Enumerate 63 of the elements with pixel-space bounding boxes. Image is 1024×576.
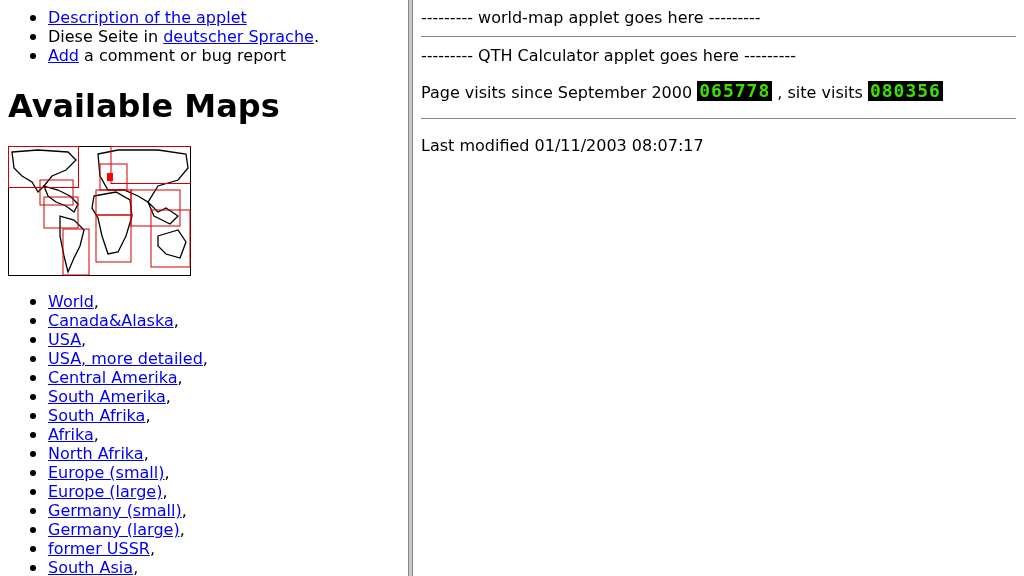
- applet-placeholder-text: --------- QTH Calculator applet goes here ---------: [421, 46, 797, 65]
- map-link[interactable]: South Asia: [48, 558, 134, 576]
- bullet-icon: [30, 546, 36, 552]
- world-map-drawing[interactable]: [8, 146, 191, 276]
- bullet-icon: [30, 508, 36, 514]
- text: ,: [177, 368, 183, 387]
- last-modified-text: Last modified 01/11/2003 08:07:17: [421, 136, 705, 155]
- text: ,: [81, 330, 87, 349]
- map-link[interactable]: South Amerika: [48, 387, 166, 406]
- site-visit-counter: 080356: [867, 81, 943, 101]
- text: ,: [202, 349, 208, 368]
- text: ,: [145, 406, 151, 425]
- bullet-icon: [30, 356, 36, 362]
- map-link[interactable]: Central Amerika: [48, 368, 178, 387]
- map-link[interactable]: World: [48, 292, 94, 311]
- link[interactable]: Description of the applet: [48, 8, 247, 27]
- bullet-icon: [30, 318, 36, 324]
- bullet-icon: [30, 15, 36, 21]
- applet-placeholder-text: --------- world-map applet goes here ---------: [421, 8, 762, 27]
- link[interactable]: deutscher Sprache: [163, 27, 314, 46]
- bullet-icon: [30, 451, 36, 457]
- bullet-icon: [30, 299, 36, 305]
- heading: Available Maps: [8, 87, 281, 125]
- bullet-icon: [30, 34, 36, 40]
- text: ,: [164, 463, 170, 482]
- bullet-icon: [30, 53, 36, 59]
- map-link[interactable]: South Afrika: [48, 406, 146, 425]
- map-link[interactable]: Canada&Alaska: [48, 311, 174, 330]
- bullet-icon: [30, 489, 36, 495]
- text: ,: [149, 539, 156, 558]
- text: ,: [179, 520, 185, 539]
- map-link[interactable]: Afrika: [48, 425, 94, 444]
- page-visit-counter: 065778: [697, 81, 773, 101]
- text: ,: [165, 387, 171, 406]
- map-link[interactable]: Germany (large): [48, 520, 180, 539]
- map-link[interactable]: North Afrika: [48, 444, 144, 463]
- text: ,: [143, 444, 149, 463]
- bullet-icon: [30, 527, 36, 533]
- map-link[interactable]: Europe (large): [48, 482, 163, 501]
- text: ,: [133, 558, 139, 576]
- bullet-icon: [30, 565, 36, 571]
- link[interactable]: Add: [48, 46, 79, 65]
- visits-label: Page visits since September 2000: [421, 83, 693, 102]
- map-link[interactable]: former USSR: [48, 539, 150, 558]
- map-link[interactable]: USA: [48, 330, 82, 349]
- map-link[interactable]: Europe (small): [48, 463, 165, 482]
- text: ,: [93, 425, 99, 444]
- map-link[interactable]: Germany (small): [48, 501, 182, 520]
- text: ,: [173, 311, 179, 330]
- visits-label: , site visits: [777, 83, 863, 102]
- bullet-icon: [30, 337, 36, 343]
- bullet-icon: [30, 394, 36, 400]
- bullet-icon: [30, 432, 36, 438]
- bullet-icon: [30, 375, 36, 381]
- bullet-icon: [30, 470, 36, 476]
- text: ,: [93, 292, 99, 311]
- map-link[interactable]: USA, more detailed: [48, 349, 203, 368]
- text: Diese Seite in: [48, 27, 160, 46]
- text: a comment or bug report: [83, 46, 286, 65]
- text: ,: [162, 482, 168, 501]
- text: ,: [181, 501, 187, 520]
- text: .: [313, 27, 319, 46]
- bullet-icon: [30, 413, 36, 419]
